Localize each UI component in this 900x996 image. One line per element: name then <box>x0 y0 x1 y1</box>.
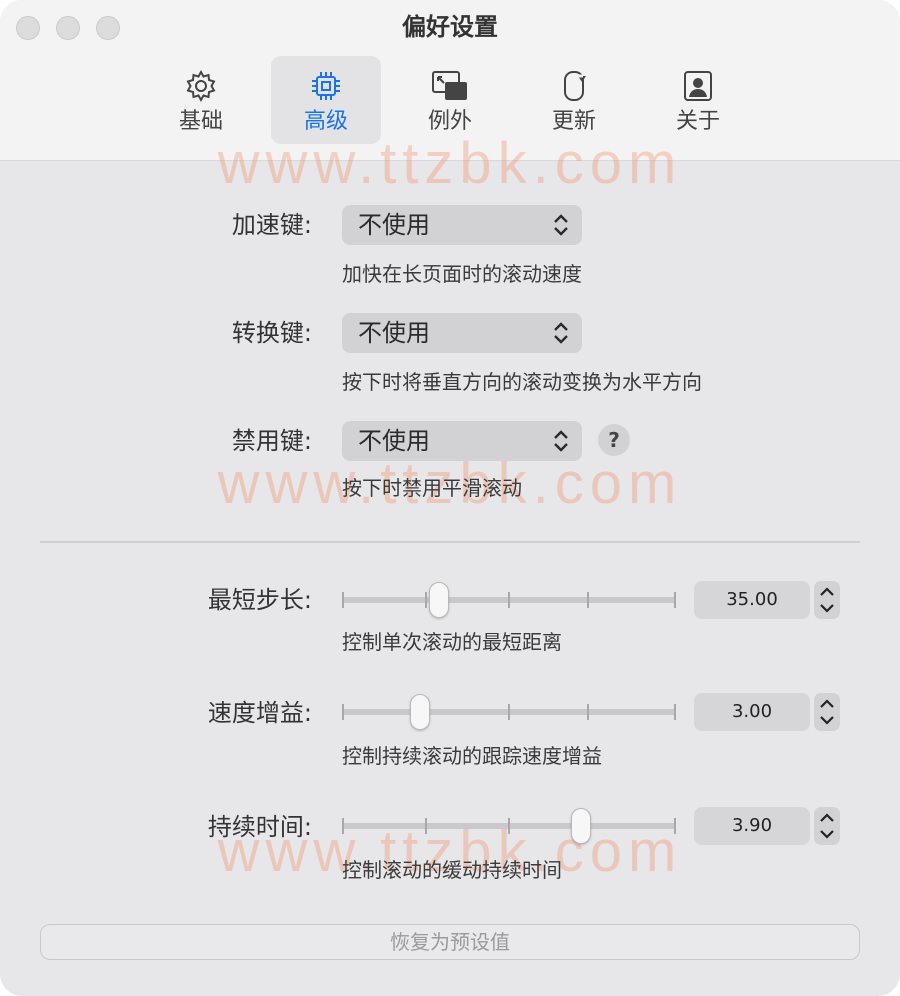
accelerate-key-select[interactable]: 不使用 <box>342 205 582 245</box>
toolbar: 偏好设置 基础 高级 例外 更新 关于 <box>0 0 900 161</box>
duration-label: 持续时间: <box>207 813 312 841</box>
gear-icon <box>186 69 216 103</box>
slider-tick <box>674 704 676 720</box>
window-title: 偏好设置 <box>402 13 498 41</box>
disable-key-label: 禁用键: <box>231 427 312 455</box>
help-button[interactable]: ? <box>598 424 630 456</box>
chevron-updown-icon <box>554 214 568 236</box>
slider-tick <box>674 592 676 608</box>
convert-key-description: 按下时将垂直方向的滚动变换为水平方向 <box>342 370 702 394</box>
chevron-updown-icon <box>554 322 568 344</box>
slider-tick <box>342 704 344 720</box>
tab-advanced[interactable]: 高级 <box>271 56 381 144</box>
slider-knob[interactable] <box>428 582 449 618</box>
speed-gain-stepper[interactable] <box>814 693 840 731</box>
min-step-description: 控制单次滚动的最短距离 <box>342 630 562 654</box>
slider-tick <box>674 818 676 834</box>
slider-tick <box>342 592 344 608</box>
reset-defaults-button[interactable]: 恢复为预设值 <box>40 924 860 960</box>
tab-basic[interactable]: 基础 <box>146 56 256 144</box>
disable-key-value: 不使用 <box>358 427 430 455</box>
slider-knob[interactable] <box>570 808 591 844</box>
slider-knob[interactable] <box>410 694 431 730</box>
slider-tick <box>587 592 589 608</box>
person-card-icon <box>684 71 712 101</box>
accelerate-key-value: 不使用 <box>358 211 430 239</box>
slider-tick <box>587 704 589 720</box>
chevron-updown-icon <box>554 430 568 452</box>
speed-gain-slider[interactable] <box>342 692 676 732</box>
min-step-value-field[interactable]: 35.00 <box>694 581 810 619</box>
duration-stepper[interactable] <box>814 807 840 845</box>
stepper-arrows-icon <box>820 587 834 613</box>
duration-description: 控制滚动的缓动持续时间 <box>342 858 562 882</box>
duration-value-field[interactable]: 3.90 <box>694 807 810 845</box>
refresh-icon <box>564 71 586 101</box>
tab-basic-label: 基础 <box>178 109 223 134</box>
speed-gain-label: 速度增益: <box>207 699 312 727</box>
slider-tick <box>425 818 427 834</box>
preferences-window: 偏好设置 基础 高级 例外 更新 关于 www.ttzbk.com www.tt… <box>0 0 900 996</box>
min-step-label: 最短步长: <box>207 586 312 614</box>
slider-tick <box>508 592 510 608</box>
slider-tick <box>508 704 510 720</box>
disable-key-description: 按下时禁用平滑滚动 <box>342 476 522 500</box>
speed-gain-value-field[interactable]: 3.00 <box>694 693 810 731</box>
tab-exceptions-label: 例外 <box>427 109 472 134</box>
speed-gain-description: 控制持续滚动的跟踪速度增益 <box>342 744 602 768</box>
tab-about-label: 关于 <box>675 109 720 134</box>
tab-exceptions[interactable]: 例外 <box>395 56 505 144</box>
accelerate-key-label: 加速键: <box>231 211 312 239</box>
slider-tick <box>508 818 510 834</box>
min-step-slider[interactable] <box>342 580 676 620</box>
tab-update-label: 更新 <box>551 109 596 134</box>
convert-key-select[interactable]: 不使用 <box>342 313 582 353</box>
disable-key-select[interactable]: 不使用 <box>342 421 582 461</box>
stepper-arrows-icon <box>820 813 834 839</box>
slider-tick <box>425 592 427 608</box>
convert-key-label: 转换键: <box>231 319 312 347</box>
slider-tick <box>342 818 344 834</box>
accelerate-key-description: 加快在长页面时的滚动速度 <box>342 262 582 286</box>
convert-key-value: 不使用 <box>358 319 430 347</box>
tab-about[interactable]: 关于 <box>643 56 753 144</box>
section-divider <box>40 541 860 543</box>
chip-icon <box>312 72 340 100</box>
min-step-stepper[interactable] <box>814 581 840 619</box>
stepper-arrows-icon <box>820 699 834 725</box>
duration-slider[interactable] <box>342 806 676 846</box>
window-overlap-icon <box>432 71 467 100</box>
tab-update[interactable]: 更新 <box>519 56 629 144</box>
tab-advanced-label: 高级 <box>303 109 348 134</box>
